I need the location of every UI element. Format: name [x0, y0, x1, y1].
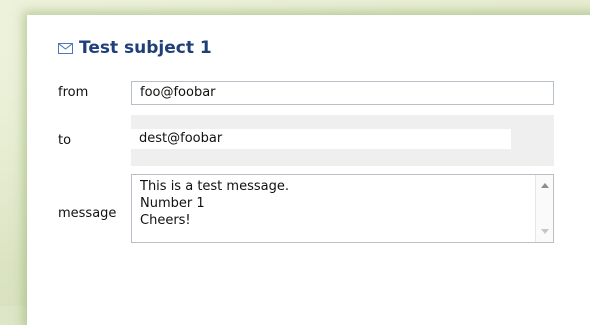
scroll-down-icon[interactable]: [541, 229, 549, 234]
to-field[interactable]: dest@foobar: [131, 129, 511, 149]
message-label: message: [58, 206, 117, 221]
message-body: This is a test message. Number 1 Cheers!: [140, 179, 289, 228]
message-header: Test subject 1: [58, 38, 212, 58]
message-textarea[interactable]: This is a test message. Number 1 Cheers!: [131, 174, 554, 243]
from-field[interactable]: foo@foobar: [131, 81, 554, 105]
from-label: from: [58, 85, 89, 100]
envelope-icon: [58, 42, 73, 54]
message-panel: Test subject 1 from foo@foobar to dest@f…: [27, 15, 590, 325]
message-scrollbar[interactable]: [535, 175, 553, 242]
to-label: to: [58, 133, 72, 148]
message-title: Test subject 1: [79, 38, 212, 58]
scroll-up-icon[interactable]: [541, 183, 549, 188]
